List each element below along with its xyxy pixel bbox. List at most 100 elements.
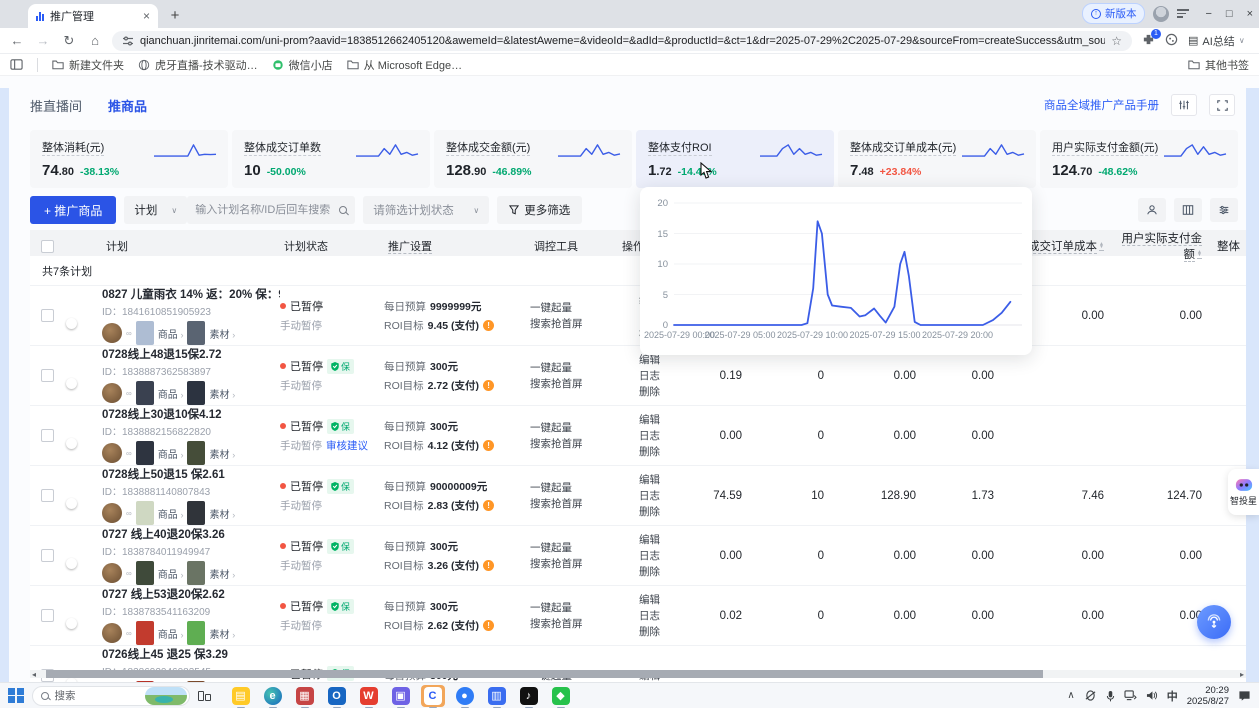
search-icon[interactable] [339, 206, 347, 214]
search-top-screen-link[interactable]: 搜索抢首屏 [530, 496, 618, 512]
row-checkbox[interactable] [41, 429, 54, 442]
bookmark-item[interactable]: 虎牙直播-技术驱动… [138, 57, 258, 73]
material-link[interactable]: 素材 › [209, 446, 235, 461]
product-thumbnail[interactable] [136, 321, 154, 345]
metric-card-4[interactable]: 整体成交订单成本(元) 7.48 +23.84% [838, 130, 1036, 188]
device-icon[interactable] [1084, 690, 1097, 701]
bookmark-item[interactable]: 从 Microsoft Edge… [347, 57, 462, 73]
product-link[interactable]: 商品 › [158, 446, 184, 461]
material-thumbnail[interactable] [187, 381, 205, 405]
taskbar-app-blue-app[interactable]: ▥ [485, 685, 509, 707]
broadcast-fab-button[interactable] [1197, 605, 1231, 639]
plan-title[interactable]: 0728线上30退10保4.12 [102, 406, 280, 422]
metric-card-1[interactable]: 整体成交订单数 10 -50.00% [232, 130, 430, 188]
edit-link[interactable]: 编辑 [618, 412, 660, 428]
sort-icon[interactable]: ▲▼ [1197, 251, 1202, 259]
material-link[interactable]: 素材 › [209, 566, 235, 581]
reload-button[interactable]: ↻ [60, 33, 78, 49]
product-thumbnail[interactable] [136, 561, 154, 585]
plan-title[interactable]: 0727 线上53退20保2.62 [102, 586, 280, 602]
scrollbar-thumb[interactable] [46, 670, 1043, 678]
plan-title[interactable]: 0726线上45 退25 保3.29 [102, 646, 280, 662]
cookie-icon[interactable] [1165, 33, 1178, 49]
taskbar-clock[interactable]: 20:292025/8/27 [1187, 685, 1229, 707]
row-checkbox[interactable] [41, 309, 54, 322]
material-thumbnail[interactable] [187, 321, 205, 345]
search-top-screen-link[interactable]: 搜索抢首屏 [530, 616, 618, 632]
product-manual-link[interactable]: 商品全域推广产品手册 [1044, 97, 1159, 113]
one-key-boost-link[interactable]: 一键起量 [530, 600, 618, 616]
ime-indicator[interactable]: 中 [1167, 688, 1178, 704]
site-info-icon[interactable] [122, 35, 134, 47]
delete-link[interactable]: 删除 [618, 444, 660, 460]
metric-card-2[interactable]: 整体成交金额(元) 128.90 -46.89% [434, 130, 632, 188]
product-link[interactable]: 商品 › [158, 626, 184, 641]
product-link[interactable]: 商品 › [158, 566, 184, 581]
delete-link[interactable]: 删除 [618, 564, 660, 580]
metric-card-5[interactable]: 用户实际支付金额(元) 124.70 -48.62% [1040, 130, 1238, 188]
taskbar-app-edge-browser[interactable]: e [261, 685, 285, 707]
plan-search[interactable] [187, 196, 355, 224]
review-suggestion-link[interactable]: 审核建议 [326, 440, 368, 452]
taskbar-app-file-explorer[interactable]: ▤ [229, 685, 253, 707]
product-thumbnail[interactable] [136, 621, 154, 645]
forward-button[interactable]: → [34, 33, 52, 48]
extension-icon[interactable]: 1 [1142, 33, 1155, 49]
tray-chevron-icon[interactable]: ∧ [1067, 690, 1074, 701]
material-link[interactable]: 素材 › [209, 386, 235, 401]
delete-link[interactable]: 删除 [618, 624, 660, 640]
taskbar-app-store-app[interactable]: ▦ [293, 685, 317, 707]
product-thumbnail[interactable] [136, 441, 154, 465]
material-thumbnail[interactable] [187, 621, 205, 645]
material-link[interactable]: 素材 › [209, 506, 235, 521]
ai-summary-button[interactable]: ▤ AI总结 ∨ [1188, 33, 1245, 49]
taskbar-app-outlook[interactable]: O [325, 685, 349, 707]
side-panel-icon[interactable] [10, 58, 23, 71]
search-type-select[interactable]: 计划∨ [124, 196, 187, 224]
task-view-button[interactable] [198, 691, 211, 701]
search-top-screen-link[interactable]: 搜索抢首屏 [530, 436, 618, 452]
log-link[interactable]: 日志 [618, 368, 660, 384]
microphone-icon[interactable] [1106, 690, 1115, 702]
one-key-boost-link[interactable]: 一键起量 [530, 540, 618, 556]
warning-icon[interactable]: ! [483, 380, 494, 391]
address-bar[interactable]: qianchuan.jinritemai.com/uni-prom?aavid=… [112, 31, 1132, 51]
one-key-boost-link[interactable]: 一键起量 [530, 420, 618, 436]
plan-search-input[interactable] [195, 204, 339, 216]
edit-link[interactable]: 编辑 [618, 592, 660, 608]
bookmark-item[interactable]: 新建文件夹 [52, 57, 124, 73]
indicator-settings-button[interactable] [1171, 94, 1197, 116]
horizontal-scrollbar[interactable]: ◂ ▸ [30, 670, 1246, 678]
warning-icon[interactable]: ! [483, 500, 494, 511]
other-bookmarks-button[interactable]: 其他书签 [1188, 57, 1249, 73]
taskbar-app-green-app[interactable]: ◆ [549, 685, 573, 707]
product-thumbnail[interactable] [136, 381, 154, 405]
metric-card-3[interactable]: 整体支付ROI 1.72 -14.43% [636, 130, 834, 188]
delete-link[interactable]: 删除 [618, 384, 660, 400]
warning-icon[interactable]: ! [483, 560, 494, 571]
taskbar-search[interactable]: 搜索 [32, 686, 190, 706]
row-checkbox[interactable] [41, 549, 54, 562]
home-button[interactable]: ⌂ [86, 33, 104, 48]
material-thumbnail[interactable] [187, 501, 205, 525]
start-button[interactable] [8, 688, 24, 704]
bookmark-star-icon[interactable]: ☆ [1111, 34, 1122, 48]
delete-link[interactable]: 删除 [618, 504, 660, 520]
network-icon[interactable] [1124, 690, 1137, 701]
weather-widget-image[interactable] [145, 687, 187, 705]
warning-icon[interactable]: ! [483, 440, 494, 451]
account-manage-button[interactable] [1138, 198, 1166, 222]
row-checkbox[interactable] [41, 609, 54, 622]
notification-icon[interactable] [1238, 690, 1251, 702]
assistant-widget[interactable]: 智投星 [1228, 469, 1259, 515]
warning-icon[interactable]: ! [483, 620, 494, 631]
back-button[interactable]: ← [8, 33, 26, 48]
taskbar-app-pc-manager[interactable]: ● [453, 685, 477, 707]
bookmark-item[interactable]: 微信小店 [272, 57, 333, 73]
browser-menu-icon[interactable] [1177, 9, 1189, 18]
edit-link[interactable]: 编辑 [618, 532, 660, 548]
material-thumbnail[interactable] [187, 561, 205, 585]
new-version-button[interactable]: ↑ 新版本 [1082, 3, 1146, 24]
material-link[interactable]: 素材 › [209, 626, 235, 641]
fullscreen-button[interactable] [1209, 94, 1235, 116]
